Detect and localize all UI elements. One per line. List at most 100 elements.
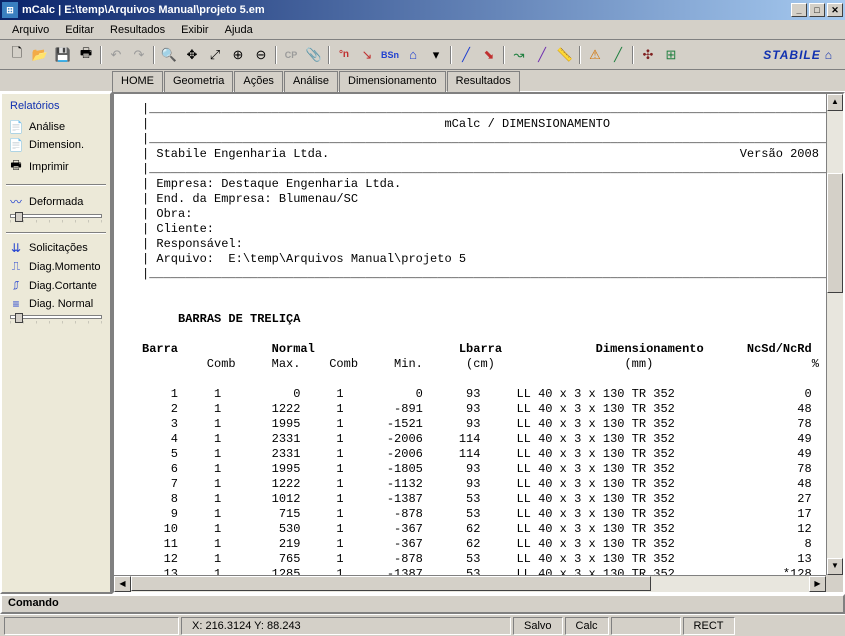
joint-icon[interactable]: ✣	[637, 44, 659, 66]
minimize-button[interactable]: _	[791, 3, 807, 17]
menu-arquivo[interactable]: Arquivo	[4, 22, 57, 38]
print-icon[interactable]: 🖶	[75, 44, 97, 66]
menu-exibir[interactable]: Exibir	[173, 22, 217, 38]
menu-resultados[interactable]: Resultados	[102, 22, 173, 38]
separator-icon	[151, 46, 157, 64]
tab-acoes[interactable]: Ações	[234, 71, 283, 92]
arrow-tool-icon[interactable]: ↘	[356, 44, 378, 66]
normal-slider[interactable]: ||||||||	[10, 315, 102, 324]
command-bar[interactable]: Comando	[0, 594, 845, 614]
scroll-track[interactable]	[131, 576, 809, 592]
status-cell-empty	[4, 617, 179, 635]
sidebar-item-label: Análise	[29, 121, 65, 133]
brand-icon: ⌂	[825, 48, 833, 62]
scroll-corner	[826, 575, 843, 592]
sidebar-item-analise[interactable]: 📄 Análise	[4, 118, 108, 136]
scroll-thumb[interactable]	[131, 576, 651, 591]
status-calc: Calc	[565, 617, 609, 635]
tab-geometria[interactable]: Geometria	[164, 71, 233, 92]
sidebar-item-deformada[interactable]: 〰 Deformada	[4, 191, 108, 212]
report-panel: |_______________________________________…	[112, 92, 845, 594]
moment-icon: ⎍	[8, 259, 24, 274]
cp-tool-icon[interactable]: CP	[280, 44, 302, 66]
tab-resultados[interactable]: Resultados	[447, 71, 520, 92]
window-title: mCalc | E:\temp\Arquivos Manual\projeto …	[22, 4, 789, 16]
status-bar: X: 216.3124 Y: 88.243 Salvo Calc RECT	[0, 614, 845, 636]
separator	[6, 184, 106, 186]
scroll-track[interactable]	[827, 111, 843, 558]
toolbar: 🗋 📂 💾 🖶 ↶ ↷ 🔍 ✥ ⤢ ⊕ ⊖ CP 📎 °n ↘ BSn ⌂ ▾ …	[0, 40, 845, 70]
shear-icon: ⎎	[8, 278, 24, 293]
attach-icon[interactable]: 📎	[303, 44, 325, 66]
tab-bar: HOME Geometria Ações Análise Dimensionam…	[0, 70, 845, 92]
solicit-icon: ⇊	[8, 241, 24, 255]
warning-icon[interactable]: ⚠	[584, 44, 606, 66]
home-tool-icon[interactable]: ⌂	[402, 44, 424, 66]
zoom-out-icon[interactable]: ⊖	[250, 44, 272, 66]
sidebar-item-solicit[interactable]: ⇊ Solicitações	[4, 239, 108, 257]
zoom-window-icon[interactable]: 🔍	[158, 44, 180, 66]
sidebar-header: Relatórios	[4, 96, 108, 118]
sidebar-item-label: Diag. Normal	[29, 298, 93, 310]
menu-ajuda[interactable]: Ajuda	[217, 22, 261, 38]
separator-icon	[630, 46, 636, 64]
pan-icon[interactable]: ✥	[181, 44, 203, 66]
sidebar-item-label: Diag.Momento	[29, 261, 101, 273]
brand-label: STABILE⌂	[763, 48, 833, 62]
curve-tool-icon[interactable]: ↝	[508, 44, 530, 66]
grid-icon[interactable]: ⊞	[660, 44, 682, 66]
separator-icon	[501, 46, 507, 64]
sidebar-item-label: Dimension.	[29, 139, 84, 151]
measure-icon[interactable]: 📏	[554, 44, 576, 66]
status-empty2	[611, 617, 681, 635]
open-file-icon[interactable]: 📂	[29, 44, 51, 66]
zoom-in-icon[interactable]: ⊕	[227, 44, 249, 66]
redo-icon[interactable]: ↷	[128, 44, 150, 66]
horizontal-scrollbar[interactable]: ◀ ▶	[114, 575, 826, 592]
maximize-button[interactable]: □	[809, 3, 825, 17]
menu-editar[interactable]: Editar	[57, 22, 102, 38]
zoom-extents-icon[interactable]: ⤢	[204, 44, 226, 66]
node-tool-icon[interactable]: °n	[333, 44, 355, 66]
sidebar-item-imprimir[interactable]: 🖶 Imprimir	[4, 154, 108, 179]
sidebar-item-dimension[interactable]: 📄 Dimension.	[4, 136, 108, 154]
undo-icon[interactable]: ↶	[105, 44, 127, 66]
printer-icon: 🖶	[8, 156, 24, 177]
tab-dimensionamento[interactable]: Dimensionamento	[339, 71, 446, 92]
deform-icon: 〰	[8, 193, 24, 210]
sidebar-item-label: Deformada	[29, 196, 83, 208]
sidebar: Relatórios 📄 Análise 📄 Dimension. 🖶 Impr…	[0, 92, 112, 594]
sidebar-item-cortante[interactable]: ⎎ Diag.Cortante	[4, 276, 108, 295]
sidebar-item-normal[interactable]: ≡ Diag. Normal	[4, 295, 108, 313]
scroll-thumb[interactable]	[827, 173, 843, 293]
tab-analise[interactable]: Análise	[284, 71, 338, 92]
bsn-tool-icon[interactable]: BSn	[379, 44, 401, 66]
check-tool-icon[interactable]: ╱	[607, 44, 629, 66]
status-salvo: Salvo	[513, 617, 563, 635]
vertical-scrollbar[interactable]: ▲ ▼	[826, 94, 843, 575]
normal-icon: ≡	[8, 297, 24, 311]
scroll-down-icon[interactable]: ▼	[827, 558, 843, 575]
scroll-left-icon[interactable]: ◀	[114, 576, 131, 592]
close-button[interactable]: ✕	[827, 3, 843, 17]
status-coords: X: 216.3124 Y: 88.243	[181, 617, 511, 635]
new-file-icon[interactable]: 🗋	[6, 44, 28, 66]
separator-icon	[273, 46, 279, 64]
axis-tool-icon[interactable]: ⬊	[478, 44, 500, 66]
sidebar-item-label: Diag.Cortante	[29, 280, 97, 292]
separator-icon	[577, 46, 583, 64]
tab-home[interactable]: HOME	[112, 71, 163, 92]
scroll-up-icon[interactable]: ▲	[827, 94, 843, 111]
separator-icon	[448, 46, 454, 64]
line-tool-icon[interactable]: ╱	[455, 44, 477, 66]
scroll-right-icon[interactable]: ▶	[809, 576, 826, 592]
title-bar: ⊞ mCalc | E:\temp\Arquivos Manual\projet…	[0, 0, 845, 20]
document-icon: 📄	[8, 120, 24, 134]
separator-icon	[326, 46, 332, 64]
dropdown-icon[interactable]: ▾	[425, 44, 447, 66]
save-icon[interactable]: 💾	[52, 44, 74, 66]
edit-line-icon[interactable]: ╱	[531, 44, 553, 66]
sidebar-item-momento[interactable]: ⎍ Diag.Momento	[4, 257, 108, 276]
deformada-slider[interactable]: ||||||||	[10, 214, 102, 223]
separator	[6, 232, 106, 234]
